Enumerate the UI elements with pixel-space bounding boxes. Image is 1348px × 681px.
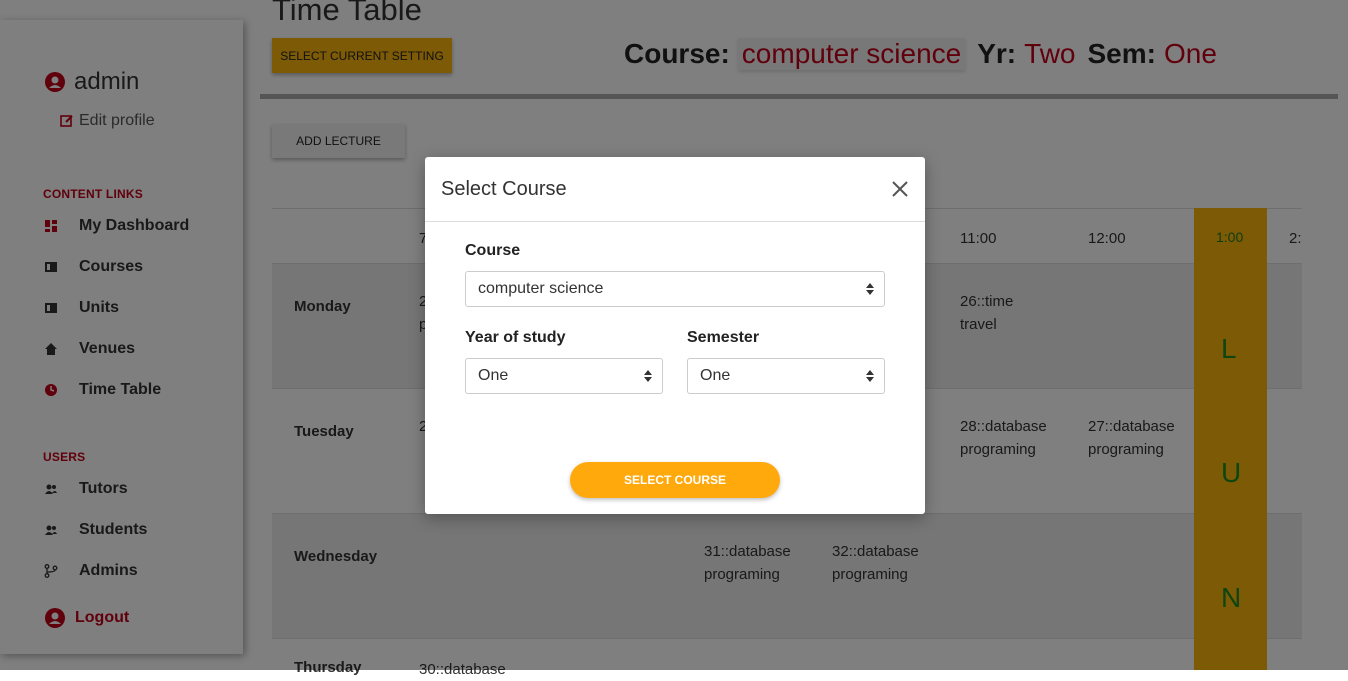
modal-header: Select Course — [425, 157, 925, 222]
course-select[interactable]: computer science — [465, 271, 885, 307]
select-course-button[interactable]: SELECT COURSE — [570, 462, 780, 498]
semester-field-label: Semester — [687, 329, 760, 346]
course-select-value: computer science — [478, 280, 604, 297]
select-course-modal: Select Course Course computer science Ye… — [425, 157, 925, 514]
sort-caret-icon — [866, 370, 874, 382]
semester-select[interactable]: One — [687, 358, 885, 394]
close-icon[interactable] — [890, 179, 910, 199]
year-select-value: One — [478, 367, 509, 384]
modal-title: Select Course — [441, 178, 567, 200]
course-field-label: Course — [465, 242, 521, 259]
sort-caret-icon — [644, 370, 652, 382]
sort-caret-icon — [866, 283, 874, 295]
year-select[interactable]: One — [465, 358, 663, 394]
semester-select-value: One — [700, 367, 731, 384]
year-field-label: Year of study — [465, 329, 566, 346]
